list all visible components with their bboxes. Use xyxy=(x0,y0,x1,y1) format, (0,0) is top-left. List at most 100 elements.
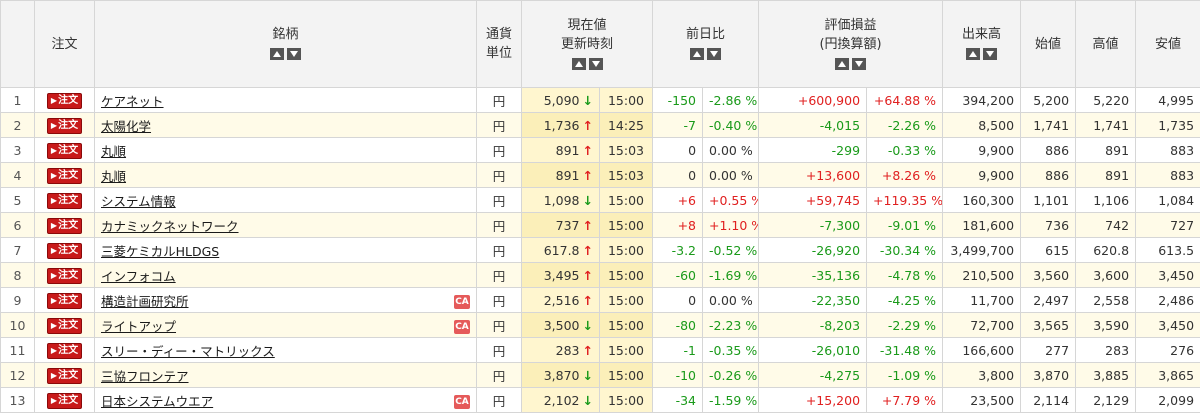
name-cell: 丸順 xyxy=(95,163,477,188)
low-cell: 2,099 xyxy=(1136,388,1200,413)
order-button[interactable]: ▶注文 xyxy=(47,393,82,409)
row-index: 13 xyxy=(1,388,35,413)
sort-desc-icon[interactable] xyxy=(852,58,866,70)
sort-desc-icon[interactable] xyxy=(983,48,997,60)
stock-name-link[interactable]: インフォコム xyxy=(101,269,176,284)
ca-badge-icon[interactable]: CA xyxy=(454,320,470,334)
open-cell: 5,200 xyxy=(1021,88,1076,113)
order-button[interactable]: ▶注文 xyxy=(47,93,82,109)
change-percent-cell: -0.26 % xyxy=(703,363,759,388)
stock-name-link[interactable]: カナミックネットワーク xyxy=(101,219,239,234)
table-row: 10▶注文ライトアップCA円3,500↓15:00-80-2.23 %-8,20… xyxy=(1,313,1200,338)
price-cell: 737↑ xyxy=(522,213,600,238)
high-cell: 742 xyxy=(1076,213,1136,238)
table-row: 6▶注文カナミックネットワーク円737↑15:00+8+1.10 %-7,300… xyxy=(1,213,1200,238)
sort-asc-icon[interactable] xyxy=(966,48,980,60)
change-percent-cell: +1.10 % xyxy=(703,213,759,238)
table-row: 4▶注文丸順円891↑15:0300.00 %+13,600+8.26 %9,9… xyxy=(1,163,1200,188)
change-cell: 0 xyxy=(653,288,703,313)
stock-name-link[interactable]: システム情報 xyxy=(101,194,176,209)
pl-cell: -26,010 xyxy=(759,338,867,363)
name-cell: 三協フロンテア xyxy=(95,363,477,388)
header-index xyxy=(1,1,35,88)
sort-asc-icon[interactable] xyxy=(835,58,849,70)
open-cell: 886 xyxy=(1021,138,1076,163)
stock-name-link[interactable]: ライトアップ xyxy=(101,319,176,334)
row-index: 4 xyxy=(1,163,35,188)
change-cell: -60 xyxy=(653,263,703,288)
update-time-cell: 15:00 xyxy=(600,263,653,288)
order-cell: ▶注文 xyxy=(35,113,95,138)
open-cell: 1,741 xyxy=(1021,113,1076,138)
order-button[interactable]: ▶注文 xyxy=(47,243,82,259)
sort-desc-icon[interactable] xyxy=(287,48,301,60)
volume-cell: 8,500 xyxy=(943,113,1021,138)
change-percent-cell: 0.00 % xyxy=(703,163,759,188)
volume-cell: 3,499,700 xyxy=(943,238,1021,263)
sort-desc-icon[interactable] xyxy=(707,48,721,60)
stock-name-link[interactable]: 三協フロンテア xyxy=(101,369,189,384)
order-button[interactable]: ▶注文 xyxy=(47,293,82,309)
header-volume: 出来高 xyxy=(943,1,1021,88)
ca-badge-icon[interactable]: CA xyxy=(454,395,470,409)
name-cell: 丸順 xyxy=(95,138,477,163)
order-button[interactable]: ▶注文 xyxy=(47,343,82,359)
stock-name-link[interactable]: 三菱ケミカルHLDGS xyxy=(101,244,219,259)
sort-asc-icon[interactable] xyxy=(270,48,284,60)
table-row: 8▶注文インフォコム円3,495↑15:00-60-1.69 %-35,136-… xyxy=(1,263,1200,288)
currency-cell: 円 xyxy=(477,88,522,113)
play-icon: ▶ xyxy=(51,196,57,205)
change-percent-cell: -1.59 % xyxy=(703,388,759,413)
price-cell: 891↑ xyxy=(522,163,600,188)
volume-cell: 210,500 xyxy=(943,263,1021,288)
stock-name-link[interactable]: 丸順 xyxy=(101,169,126,184)
order-button[interactable]: ▶注文 xyxy=(47,193,82,209)
sort-desc-icon[interactable] xyxy=(589,58,603,70)
order-button[interactable]: ▶注文 xyxy=(47,218,82,234)
sort-asc-icon[interactable] xyxy=(690,48,704,60)
change-cell: +8 xyxy=(653,213,703,238)
order-button[interactable]: ▶注文 xyxy=(47,143,82,159)
change-cell: 0 xyxy=(653,138,703,163)
table-row: 3▶注文丸順円891↑15:0300.00 %-299-0.33 %9,9008… xyxy=(1,138,1200,163)
stock-name-link[interactable]: ケアネット xyxy=(101,94,164,109)
order-cell: ▶注文 xyxy=(35,363,95,388)
order-button[interactable]: ▶注文 xyxy=(47,368,82,384)
change-percent-cell: -1.69 % xyxy=(703,263,759,288)
play-icon: ▶ xyxy=(51,296,57,305)
open-cell: 3,870 xyxy=(1021,363,1076,388)
name-cell: 三菱ケミカルHLDGS xyxy=(95,238,477,263)
high-cell: 620.8 xyxy=(1076,238,1136,263)
header-price: 現在値 更新時刻 xyxy=(522,1,653,88)
price-cell: 5,090↓ xyxy=(522,88,600,113)
order-cell: ▶注文 xyxy=(35,388,95,413)
stock-name-link[interactable]: 丸順 xyxy=(101,144,126,159)
row-index: 10 xyxy=(1,313,35,338)
stock-name-link[interactable]: 構造計画研究所 xyxy=(101,294,189,309)
pl-cell: -22,350 xyxy=(759,288,867,313)
update-time-cell: 15:00 xyxy=(600,388,653,413)
change-cell: 0 xyxy=(653,163,703,188)
low-cell: 883 xyxy=(1136,138,1200,163)
row-index: 11 xyxy=(1,338,35,363)
order-cell: ▶注文 xyxy=(35,288,95,313)
arrow-up-icon: ↑ xyxy=(583,218,593,233)
low-cell: 276 xyxy=(1136,338,1200,363)
price-cell: 283↑ xyxy=(522,338,600,363)
order-button[interactable]: ▶注文 xyxy=(47,268,82,284)
ca-badge-icon[interactable]: CA xyxy=(454,295,470,309)
order-cell: ▶注文 xyxy=(35,88,95,113)
high-cell: 2,558 xyxy=(1076,288,1136,313)
pl-cell: -26,920 xyxy=(759,238,867,263)
high-cell: 891 xyxy=(1076,138,1136,163)
sort-asc-icon[interactable] xyxy=(572,58,586,70)
stock-name-link[interactable]: スリー・ディー・マトリックス xyxy=(101,344,275,359)
order-button[interactable]: ▶注文 xyxy=(47,168,82,184)
stock-name-link[interactable]: 日本システムウエア xyxy=(101,394,213,409)
order-button[interactable]: ▶注文 xyxy=(47,118,82,134)
table-row: 13▶注文日本システムウエアCA円2,102↓15:00-34-1.59 %+1… xyxy=(1,388,1200,413)
order-button[interactable]: ▶注文 xyxy=(47,318,82,334)
stock-name-link[interactable]: 太陽化学 xyxy=(101,119,151,134)
header-order: 注文 xyxy=(35,1,95,88)
row-index: 9 xyxy=(1,288,35,313)
